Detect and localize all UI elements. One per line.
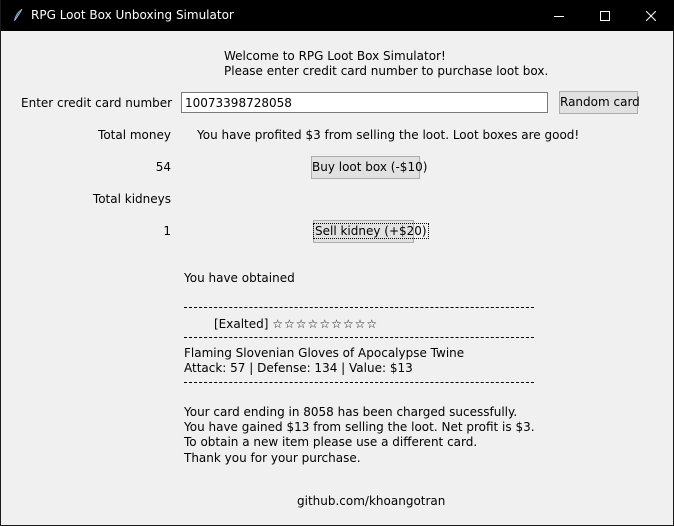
status-message: You have profited $3 from selling the lo… (197, 128, 580, 142)
item-name: Flaming Slovenian Gloves of Apocalypse T… (184, 346, 465, 360)
close-button[interactable] (628, 0, 674, 31)
receipt-line-1: Your card ending in 8058 has been charge… (184, 405, 518, 419)
close-icon (646, 10, 656, 21)
divider (184, 337, 534, 338)
sell-kidney-button-label: Sell kidney (+$20) (313, 223, 429, 239)
github-link[interactable]: github.com/khoangotran (297, 494, 445, 508)
sell-kidney-button[interactable]: Sell kidney (+$20) (313, 220, 429, 243)
maximize-icon (600, 10, 610, 21)
buy-loot-box-button-label: Buy loot box (-$10) (312, 160, 428, 174)
minimize-icon (554, 11, 564, 21)
card-number-input[interactable] (181, 92, 548, 113)
random-card-button-label: Random card (560, 95, 640, 109)
window-title: RPG Loot Box Unboxing Simulator (31, 8, 234, 22)
obtained-heading: You have obtained (184, 271, 295, 285)
app-window: RPG Loot Box Unboxing Simulator Welcome … (0, 0, 674, 526)
total-money-value: 54 (155, 160, 171, 174)
card-number-label: Enter credit card number (21, 96, 173, 110)
total-money-label: Total money (98, 128, 171, 142)
star-rating: ☆☆☆☆☆☆☆☆☆ (272, 317, 379, 331)
item-stats: Attack: 57 | Defense: 134 | Value: $13 (184, 361, 413, 375)
total-kidneys-value: 1 (163, 224, 171, 238)
rarity-label: [Exalted] (214, 317, 269, 331)
receipt-line-4: Thank you for your purchase. (184, 451, 361, 465)
feather-icon (11, 8, 25, 22)
welcome-line-1: Welcome to RPG Loot Box Simulator! (224, 49, 446, 63)
maximize-button[interactable] (582, 0, 628, 31)
divider (184, 382, 534, 383)
minimize-button[interactable] (536, 0, 582, 31)
random-card-button[interactable]: Random card (559, 91, 640, 114)
rarity-line: [Exalted] ☆☆☆☆☆☆☆☆☆ (214, 317, 378, 331)
receipt-line-3: To obtain a new item please use a differ… (184, 435, 478, 449)
total-kidneys-label: Total kidneys (92, 192, 171, 206)
buy-loot-box-button[interactable]: Buy loot box (-$10) (311, 156, 427, 179)
receipt-line-2: You have gained $13 from selling the loo… (184, 420, 535, 434)
divider (184, 307, 534, 308)
welcome-line-2: Please enter credit card number to purch… (224, 64, 549, 78)
title-bar[interactable]: RPG Loot Box Unboxing Simulator (1, 0, 674, 31)
